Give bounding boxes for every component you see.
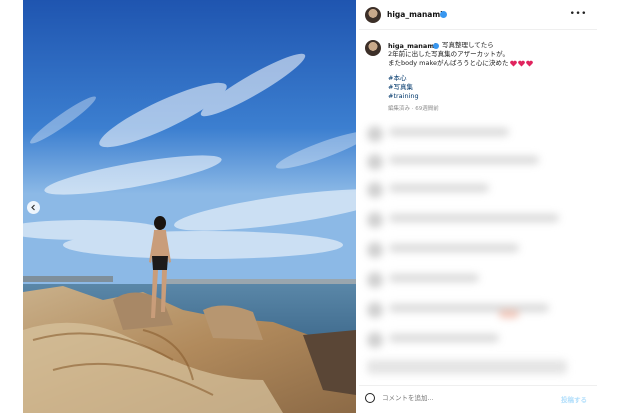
comment-bar: 投稿する [359,385,597,414]
verified-badge-icon [433,43,439,49]
post-header: higa_manami ••• [359,0,597,30]
more-options-button[interactable]: ••• [570,9,587,19]
emoji-smiley-icon[interactable] [365,393,375,403]
post-photo [23,0,356,413]
post-detail-panel: higa_manami ••• higa_manami 写真整理してたら 2年前… [359,0,597,413]
caption-line-3: またbody makeがんばろうと心に決めた [388,59,509,67]
verified-badge-icon [440,11,447,18]
comment-input[interactable] [382,394,532,402]
previous-photo-button[interactable] [27,201,40,214]
hashtag-link[interactable]: #写真集 [388,83,413,92]
hashtag-link[interactable]: #training [388,92,419,101]
edited-timestamp: 編集済み · 69週間前 [388,106,439,112]
chevron-left-icon [31,204,35,211]
caption-avatar[interactable] [365,40,381,56]
caption-line-2: 2年前に出した写真集のアザーカットが。 [388,50,510,58]
avatar[interactable] [365,7,381,23]
post-comment-button[interactable]: 投稿する [561,394,587,404]
username-link[interactable]: higa_manami [387,10,443,19]
blurred-comments [359,120,597,382]
caption-line-1: 写真整理してたら [442,41,494,49]
heart-emoji-icon [510,60,533,67]
caption-username[interactable]: higa_manami [388,42,436,50]
photo-scene [23,0,356,413]
hashtag-link[interactable]: #本心 [388,74,406,83]
